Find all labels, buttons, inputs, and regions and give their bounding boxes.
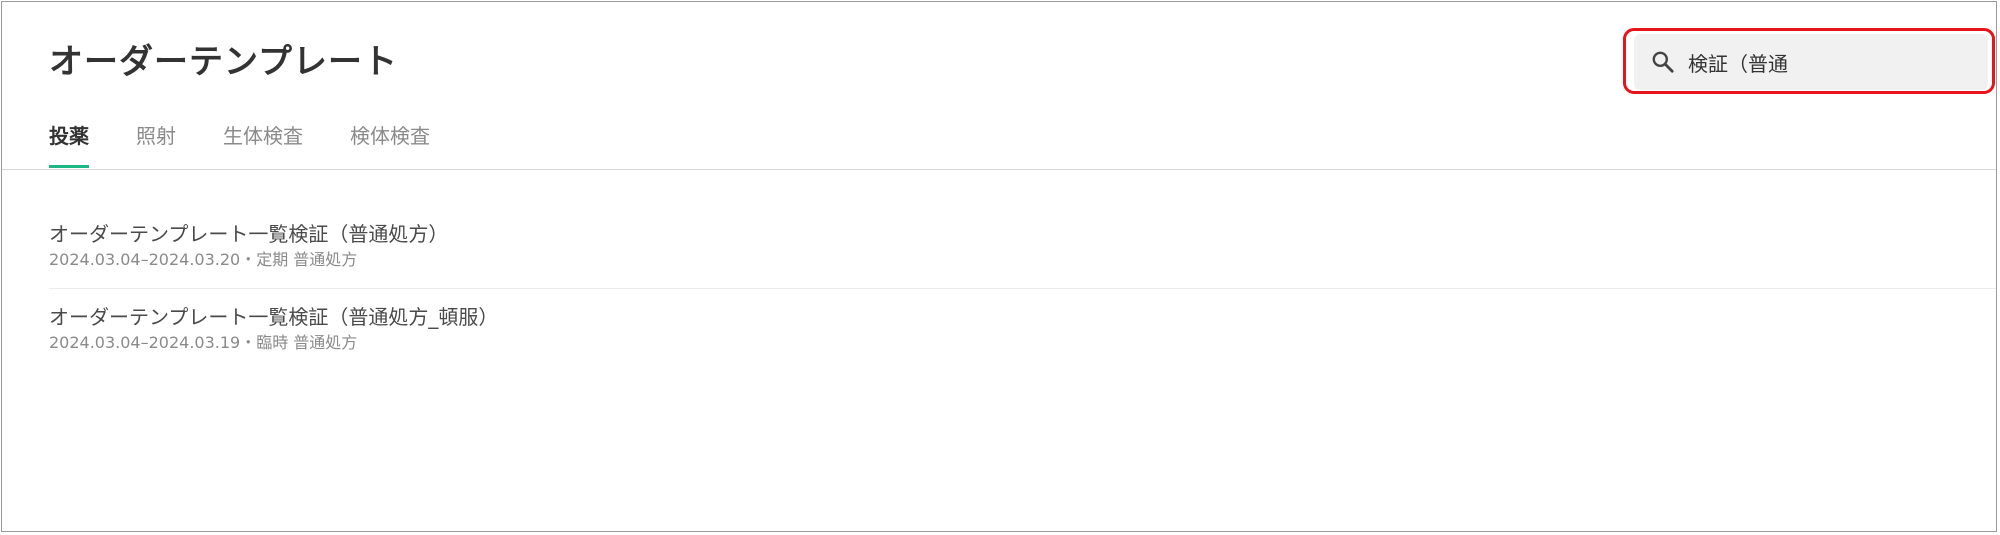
page-title: オーダーテンプレート (49, 42, 398, 82)
tab-irradiation[interactable]: 照射 (136, 120, 176, 170)
tab-bar: 投薬 照射 生体検査 検体検査 (49, 120, 477, 170)
list-item-meta: 2024.03.04–2024.03.20・定期 普通処方 (49, 250, 358, 269)
list-item-title: オーダーテンプレート一覧検証（普通処方） (49, 222, 449, 246)
search-box[interactable] (1634, 34, 1988, 90)
search-icon (1652, 51, 1674, 73)
tab-specimen-exam[interactable]: 検体検査 (350, 120, 430, 170)
tab-medication[interactable]: 投薬 (49, 120, 89, 170)
list-item[interactable]: オーダーテンプレート一覧検証（普通処方） 2024.03.04–2024.03.… (49, 220, 1949, 272)
list-item-meta: 2024.03.04–2024.03.19・臨時 普通処方 (49, 333, 358, 352)
tabs-divider (2, 169, 1996, 170)
search-input[interactable] (1688, 42, 1968, 82)
list-item[interactable]: オーダーテンプレート一覧検証（普通処方_頓服） 2024.03.04–2024.… (49, 303, 1949, 355)
tab-physiological-exam[interactable]: 生体検査 (223, 120, 303, 170)
list-item-title: オーダーテンプレート一覧検証（普通処方_頓服） (49, 305, 499, 329)
list-divider (49, 288, 1996, 289)
